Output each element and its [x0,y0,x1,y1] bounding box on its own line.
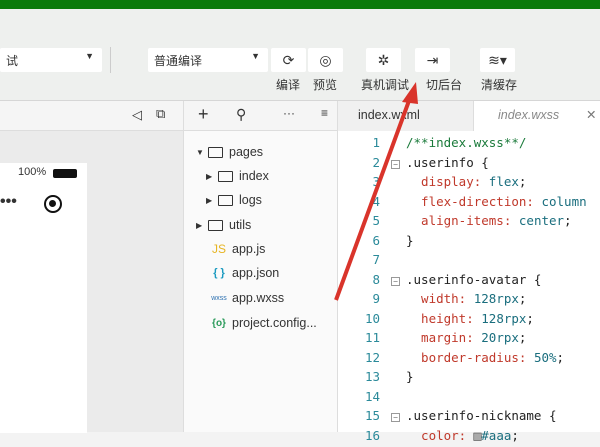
arrow-head [402,82,418,104]
annotation-arrow [0,0,600,432]
arrow-shaft [336,98,410,300]
